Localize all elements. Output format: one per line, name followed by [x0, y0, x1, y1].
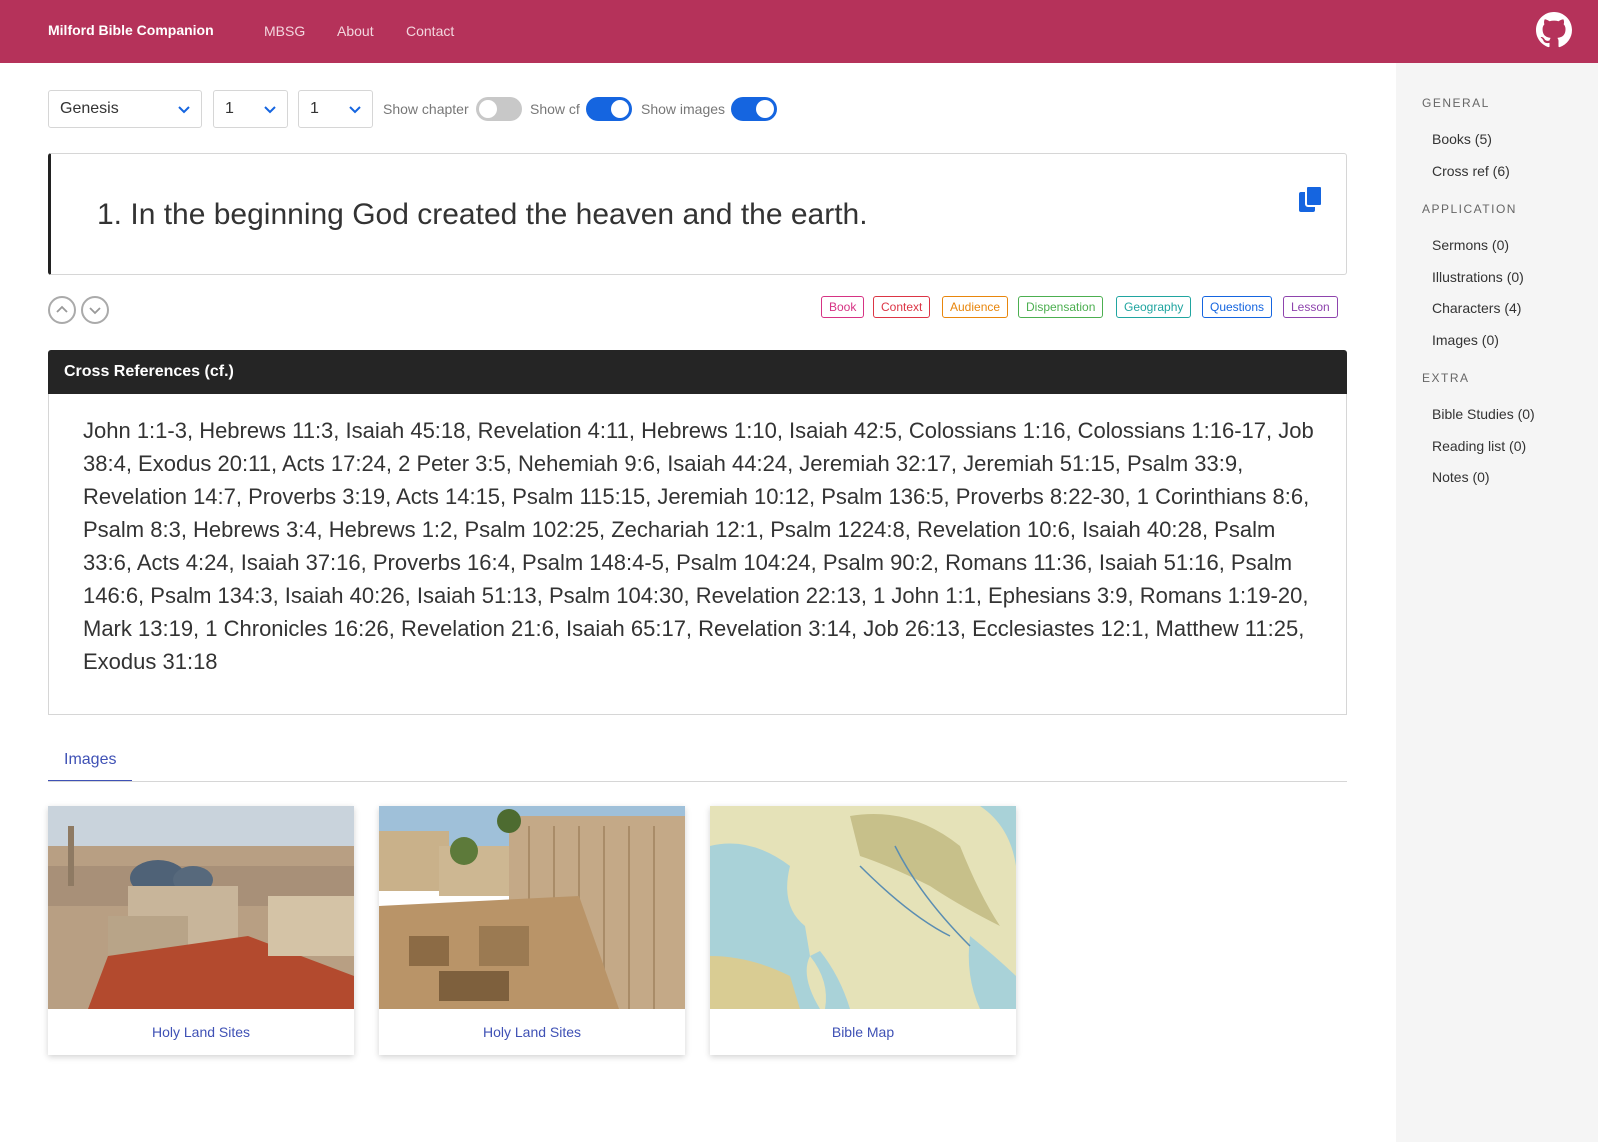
chapter-select[interactable]: 1 — [213, 90, 288, 128]
right-sidebar: GENERAL Books (5) Cross ref (6) APPLICAT… — [1396, 63, 1598, 1142]
verse-select[interactable]: 1 — [298, 90, 373, 128]
tag-questions[interactable]: Questions — [1202, 296, 1273, 318]
sidebar-item-reading-list[interactable]: Reading list (0) — [1432, 438, 1526, 454]
verse-text: 1. In the beginning God created the heav… — [97, 198, 868, 231]
holy-land-photo[interactable] — [48, 806, 354, 1009]
next-verse-button[interactable] — [81, 296, 109, 324]
sidebar-item-bible-studies[interactable]: Bible Studies (0) — [1432, 406, 1535, 422]
tag-book[interactable]: Book — [821, 296, 865, 318]
cross-references-header: Cross References (cf.) — [48, 350, 1347, 394]
show-cf-toggle[interactable] — [586, 97, 632, 121]
show-cf-label: Show cf — [530, 101, 580, 117]
image-card[interactable]: Bible Map — [710, 806, 1016, 1055]
show-images-label: Show images — [641, 101, 726, 117]
chapter-select-value: 1 — [225, 100, 234, 117]
previous-verse-button[interactable] — [48, 296, 76, 324]
show-chapter-label: Show chapter — [383, 101, 469, 117]
top-navbar: Milford Bible Companion MBSG About Conta… — [0, 0, 1598, 63]
sidebar-item-books[interactable]: Books (5) — [1432, 131, 1492, 147]
window-edge — [1598, 0, 1608, 1142]
tag-lesson[interactable]: Lesson — [1283, 296, 1338, 318]
tag-context[interactable]: Context — [873, 296, 931, 318]
verse-select-value: 1 — [310, 100, 319, 117]
ancient-near-east-map[interactable] — [710, 806, 1016, 1009]
tab-divider — [48, 781, 1347, 782]
show-chapter-toggle[interactable] — [476, 97, 522, 121]
tag-audience[interactable]: Audience — [942, 296, 1009, 318]
sidebar-item-sermons[interactable]: Sermons (0) — [1432, 237, 1509, 253]
copy-icon[interactable] — [1297, 184, 1325, 216]
tab-images[interactable]: Images — [48, 740, 132, 782]
sidebar-item-illustrations[interactable]: Illustrations (0) — [1432, 269, 1524, 285]
cross-references-text: John 1:1-3, Hebrews 11:3, Isaiah 45:18, … — [83, 418, 1314, 674]
github-icon[interactable] — [1536, 12, 1572, 48]
image-card[interactable]: Holy Land Sites — [379, 806, 685, 1055]
cross-references-panel: John 1:1-3, Hebrews 11:3, Isaiah 45:18, … — [48, 394, 1347, 715]
brand-title[interactable]: Milford Bible Companion — [48, 22, 214, 38]
image-caption[interactable]: Bible Map — [710, 1024, 1016, 1040]
image-caption[interactable]: Holy Land Sites — [379, 1024, 685, 1040]
nav-link-about[interactable]: About — [337, 23, 374, 39]
sidebar-item-images[interactable]: Images (0) — [1432, 332, 1499, 348]
verse-panel: 1. In the beginning God created the heav… — [48, 153, 1347, 275]
sidebar-item-cross-ref[interactable]: Cross ref (6) — [1432, 163, 1510, 179]
nav-link-contact[interactable]: Contact — [406, 23, 454, 39]
chevron-down-icon — [264, 106, 276, 114]
sidebar-heading-general: GENERAL — [1422, 96, 1490, 110]
book-select[interactable]: Genesis — [48, 90, 202, 128]
book-select-value: Genesis — [60, 100, 119, 117]
image-caption[interactable]: Holy Land Sites — [48, 1024, 354, 1040]
sidebar-item-characters[interactable]: Characters (4) — [1432, 300, 1521, 316]
holy-land-photo[interactable] — [379, 806, 685, 1009]
chevron-down-icon — [89, 307, 101, 315]
tag-dispensation[interactable]: Dispensation — [1018, 296, 1104, 318]
chevron-up-icon — [56, 305, 68, 313]
sidebar-item-notes[interactable]: Notes (0) — [1432, 469, 1490, 485]
nav-link-mbsg[interactable]: MBSG — [264, 23, 305, 39]
chevron-down-icon — [178, 106, 190, 114]
sidebar-heading-application: APPLICATION — [1422, 202, 1517, 216]
show-images-toggle[interactable] — [731, 97, 777, 121]
chevron-down-icon — [349, 106, 361, 114]
image-card[interactable]: Holy Land Sites — [48, 806, 354, 1055]
sidebar-heading-extra: EXTRA — [1422, 371, 1470, 385]
tag-geography[interactable]: Geography — [1116, 296, 1192, 318]
